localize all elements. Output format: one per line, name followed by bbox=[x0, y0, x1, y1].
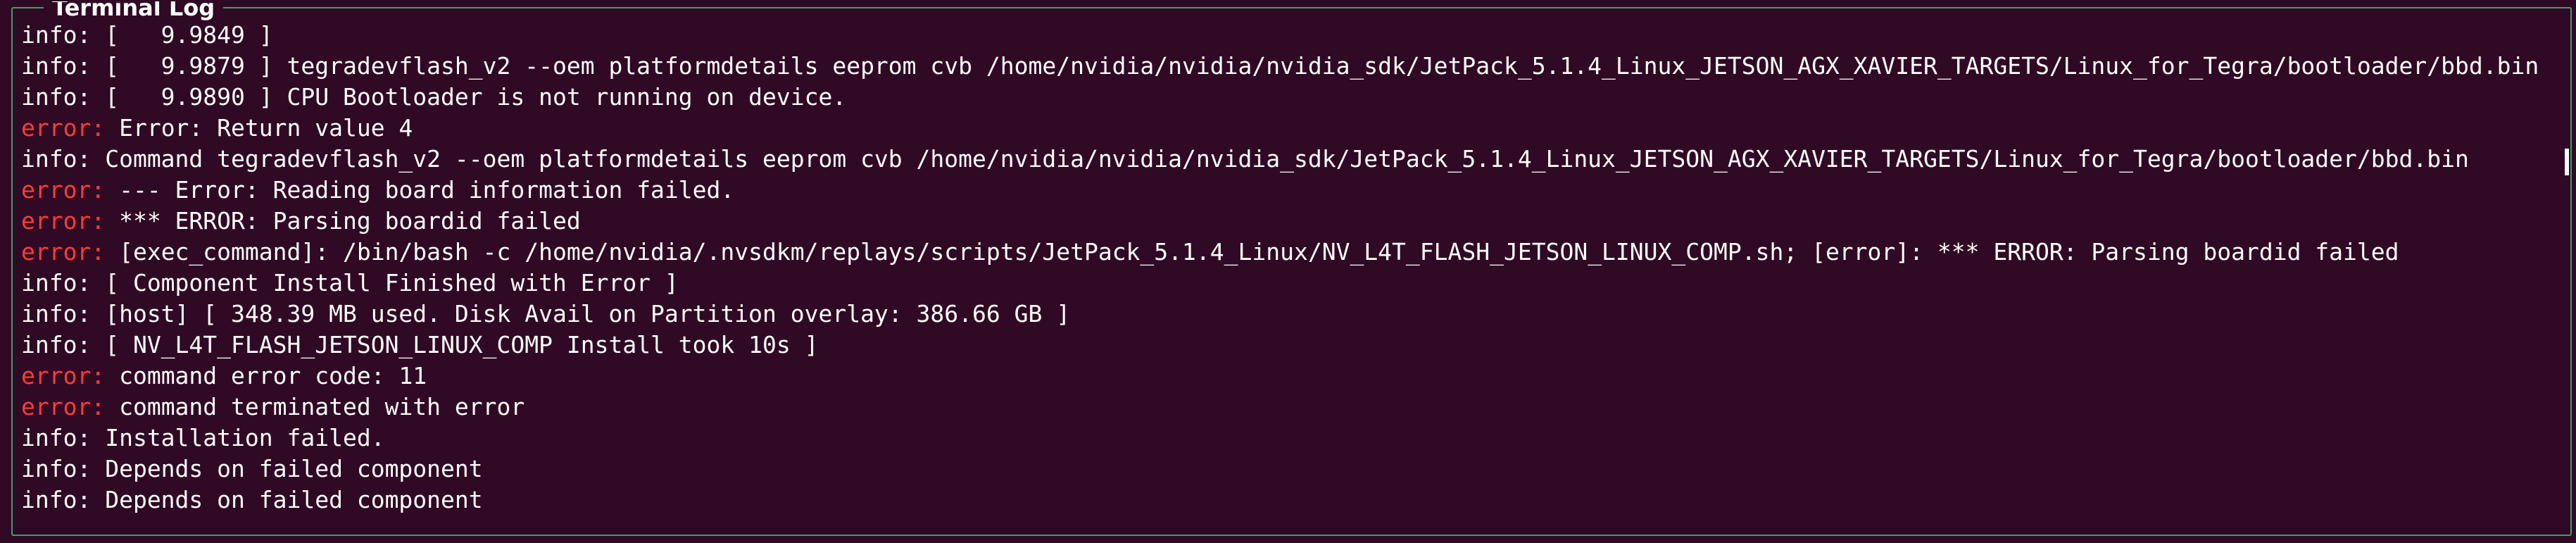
log-level-prefix: info: bbox=[21, 424, 92, 451]
log-line: error: *** ERROR: Parsing boardid failed bbox=[21, 206, 2562, 237]
log-line: info: Command tegradevflash_v2 --oem pla… bbox=[21, 144, 2562, 175]
log-output[interactable]: info: [ 9.9849 ] info: [ 9.9879 ] tegrad… bbox=[21, 20, 2562, 516]
log-level-prefix: info: bbox=[21, 145, 92, 173]
log-line: info: [host] [ 348.39 MB used. Disk Avai… bbox=[21, 299, 2562, 330]
log-level-prefix: error: bbox=[21, 114, 106, 142]
log-message: [exec_command]: /bin/bash -c /home/nvidi… bbox=[105, 238, 2399, 266]
log-line: info: [ 9.9849 ] bbox=[21, 20, 2562, 51]
log-line: error: command terminated with error bbox=[21, 392, 2562, 423]
log-level-prefix: info: bbox=[21, 455, 92, 482]
log-level-prefix: error: bbox=[21, 176, 106, 204]
log-level-prefix: info: bbox=[21, 331, 92, 358]
log-level-prefix: info: bbox=[21, 83, 92, 111]
log-line: info: Installation failed. bbox=[21, 423, 2562, 454]
log-level-prefix: error: bbox=[21, 238, 106, 266]
log-level-prefix: info: bbox=[21, 52, 92, 80]
log-message: *** ERROR: Parsing boardid failed bbox=[105, 207, 581, 235]
log-line: error: --- Error: Reading board informat… bbox=[21, 175, 2562, 206]
text-cursor bbox=[2565, 149, 2569, 175]
log-level-prefix: info: bbox=[21, 300, 92, 327]
log-line: info: Depends on failed component bbox=[21, 485, 2562, 516]
terminal-log-window: Terminal Log info: [ 9.9849 ] info: [ 9.… bbox=[0, 0, 2576, 543]
log-level-prefix: info: bbox=[21, 269, 92, 297]
log-message: Installation failed. bbox=[91, 424, 385, 451]
log-line: info: [ Component Install Finished with … bbox=[21, 268, 2562, 299]
log-line: error: Error: Return value 4 bbox=[21, 113, 2562, 144]
log-message: [host] [ 348.39 MB used. Disk Avail on P… bbox=[91, 300, 1071, 327]
log-message: Depends on failed component bbox=[91, 486, 483, 513]
log-message: [ 9.9849 ] bbox=[91, 21, 273, 49]
log-message: command error code: 11 bbox=[105, 362, 427, 389]
log-line: error: command error code: 11 bbox=[21, 361, 2562, 392]
log-message: Command tegradevflash_v2 --oem platformd… bbox=[91, 145, 2469, 173]
log-line: info: [ NV_L4T_FLASH_JETSON_LINUX_COMP I… bbox=[21, 330, 2562, 361]
log-message: [ NV_L4T_FLASH_JETSON_LINUX_COMP Install… bbox=[91, 331, 819, 358]
log-level-prefix: error: bbox=[21, 362, 106, 389]
log-message: [ Component Install Finished with Error … bbox=[91, 269, 679, 297]
log-level-prefix: error: bbox=[21, 393, 106, 420]
log-line: info: [ 9.9890 ] CPU Bootloader is not r… bbox=[21, 82, 2562, 113]
log-message: [ 9.9879 ] tegradevflash_v2 --oem platfo… bbox=[91, 52, 2539, 80]
log-line: info: [ 9.9879 ] tegradevflash_v2 --oem … bbox=[21, 51, 2562, 82]
log-message: Error: Return value 4 bbox=[105, 114, 413, 142]
log-message: --- Error: Reading board information fai… bbox=[105, 176, 735, 204]
log-message: [ 9.9890 ] CPU Bootloader is not running… bbox=[91, 83, 847, 111]
log-level-prefix: info: bbox=[21, 21, 92, 49]
log-level-prefix: error: bbox=[21, 207, 106, 235]
log-line: error: [exec_command]: /bin/bash -c /hom… bbox=[21, 237, 2562, 268]
log-message: Depends on failed component bbox=[91, 455, 483, 482]
log-line: info: Depends on failed component bbox=[21, 454, 2562, 485]
log-message: command terminated with error bbox=[105, 393, 525, 420]
log-level-prefix: info: bbox=[21, 486, 92, 513]
